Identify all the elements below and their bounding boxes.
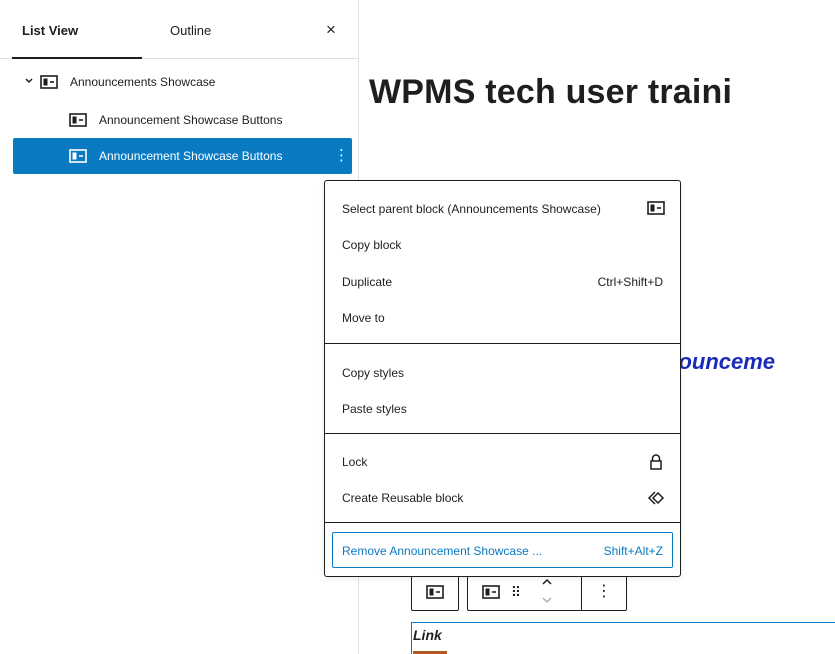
menu-item-lock[interactable]: Lock bbox=[326, 444, 679, 480]
tab-outline[interactable]: Outline bbox=[170, 0, 240, 58]
select-parent-button[interactable] bbox=[412, 574, 458, 610]
group-block-icon bbox=[40, 75, 58, 89]
group-block-icon bbox=[69, 113, 87, 127]
menu-item-remove-block[interactable]: Remove Announcement Showcase ... Shift+A… bbox=[332, 532, 673, 568]
menu-item-label: Duplicate bbox=[342, 275, 393, 289]
menu-item-paste-styles[interactable]: Paste styles bbox=[326, 391, 679, 427]
list-item-label: Announcement Showcase Buttons bbox=[99, 149, 283, 163]
menu-item-create-reusable[interactable]: Create Reusable block bbox=[326, 480, 679, 516]
group-block-icon bbox=[482, 585, 500, 599]
link-block[interactable]: Link bbox=[411, 622, 835, 654]
move-up-down-button[interactable] bbox=[532, 574, 562, 610]
list-view-sidebar: List View Outline × Announcements Showca… bbox=[0, 0, 359, 654]
tab-list-view[interactable]: List View bbox=[12, 0, 142, 59]
toolbar-parent-group bbox=[411, 573, 459, 611]
menu-divider bbox=[325, 343, 680, 344]
toolbar-block-group: ⠿ ⋮ bbox=[467, 573, 627, 611]
menu-item-move-to[interactable]: Move to bbox=[326, 300, 679, 336]
menu-item-duplicate[interactable]: Duplicate Ctrl+Shift+D bbox=[326, 264, 679, 300]
chevron-down-icon[interactable] bbox=[541, 594, 553, 606]
menu-item-label: Create Reusable block bbox=[342, 491, 464, 505]
chevron-up-icon[interactable] bbox=[541, 576, 553, 588]
list-item-announcements-showcase[interactable]: Announcements Showcase bbox=[13, 64, 352, 100]
menu-item-label: Remove Announcement Showcase ... bbox=[342, 544, 543, 558]
chevron-down-icon[interactable] bbox=[24, 74, 34, 88]
group-block-icon bbox=[647, 201, 665, 217]
menu-item-shortcut: Ctrl+Shift+D bbox=[597, 275, 663, 289]
menu-item-label: Select parent block (Announcements Showc… bbox=[342, 202, 601, 216]
menu-item-label: Move to bbox=[342, 311, 385, 325]
more-options-icon[interactable]: ⋮ bbox=[582, 574, 626, 610]
menu-item-copy-styles[interactable]: Copy styles bbox=[326, 355, 679, 391]
list-item-announcement-showcase-buttons[interactable]: Announcement Showcase Buttons bbox=[13, 102, 352, 138]
menu-item-label: Copy block bbox=[342, 238, 402, 252]
lock-icon bbox=[647, 454, 665, 470]
menu-divider bbox=[325, 522, 680, 523]
drag-handle-icon[interactable]: ⠿ bbox=[504, 574, 528, 610]
block-options-icon[interactable]: ⋮ bbox=[334, 147, 349, 165]
menu-item-label: Copy styles bbox=[342, 366, 405, 380]
list-item-label: Announcement Showcase Buttons bbox=[99, 113, 283, 127]
reusable-block-icon bbox=[647, 490, 665, 506]
close-icon[interactable]: × bbox=[320, 18, 342, 42]
block-type-button[interactable] bbox=[468, 574, 504, 610]
sidebar-tabs: List View Outline × bbox=[0, 0, 359, 59]
menu-item-label: Lock bbox=[342, 455, 368, 469]
block-options-menu: Select parent block (Announcements Showc… bbox=[324, 180, 681, 577]
group-block-icon bbox=[426, 585, 444, 599]
list-item-label: Announcements Showcase bbox=[70, 75, 216, 89]
menu-item-shortcut: Shift+Alt+Z bbox=[603, 544, 663, 558]
menu-divider bbox=[325, 433, 680, 434]
menu-item-select-parent[interactable]: Select parent block (Announcements Showc… bbox=[326, 191, 679, 227]
menu-item-label: Paste styles bbox=[342, 402, 407, 416]
link-text[interactable]: Link bbox=[413, 627, 442, 643]
list-item-announcement-showcase-buttons-selected[interactable]: Announcement Showcase Buttons ⋮ bbox=[13, 138, 352, 174]
announcements-heading: nounceme bbox=[665, 349, 776, 374]
menu-item-copy-block[interactable]: Copy block bbox=[326, 227, 679, 263]
group-block-icon bbox=[69, 149, 87, 163]
